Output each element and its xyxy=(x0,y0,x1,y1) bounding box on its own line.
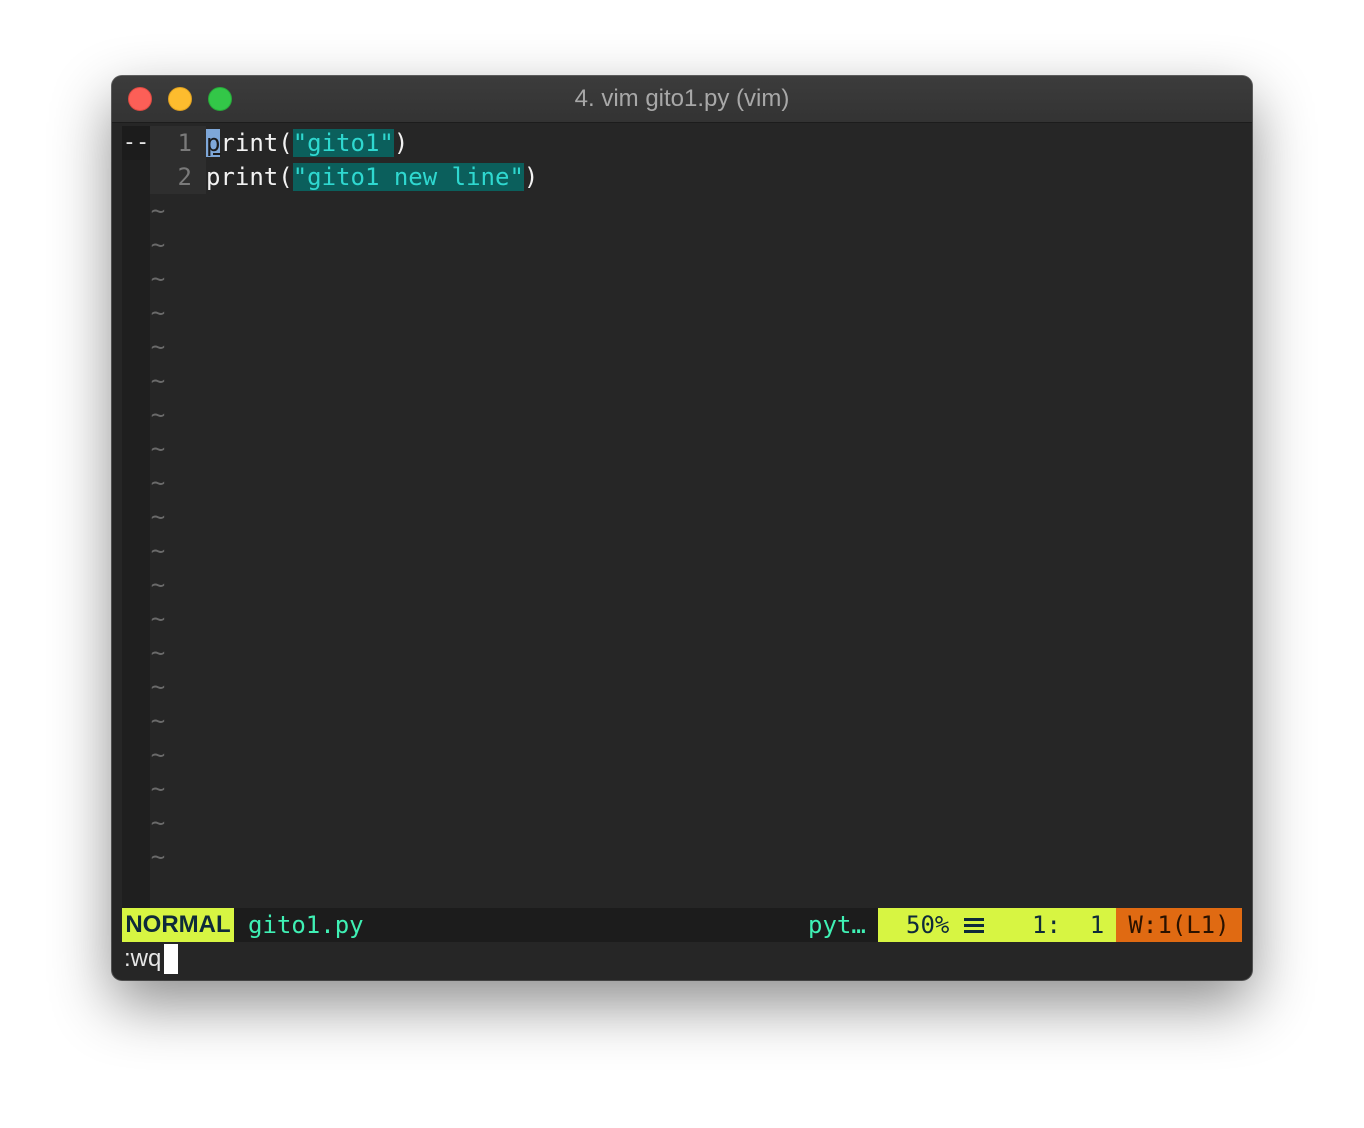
empty-line-marker: ~ xyxy=(150,571,166,599)
open-paren: ( xyxy=(278,163,293,191)
empty-line-marker: ~ xyxy=(150,843,166,871)
empty-line-marker: ~ xyxy=(150,265,166,293)
empty-line-marker: ~ xyxy=(150,401,166,429)
empty-line-marker: ~ xyxy=(150,741,166,769)
empty-line-marker: ~ xyxy=(150,537,166,565)
status-filename: gito1.py xyxy=(248,911,364,939)
line-number-icon xyxy=(964,917,984,933)
empty-line-marker: ~ xyxy=(150,435,166,463)
vim-editor[interactable]: -- 1 print("gito1") 2 print("gito1 new l… xyxy=(122,126,1242,976)
window-title: 4. vim gito1.py (vim) xyxy=(574,85,790,112)
empty-line-marker: ~ xyxy=(150,333,166,361)
empty-line-marker: ~ xyxy=(150,503,166,531)
terminal-window: 4. vim gito1.py (vim) -- 1 print("gito1"… xyxy=(112,76,1252,980)
empty-line-marker: ~ xyxy=(150,197,166,225)
string-literal: "gito1 new line" xyxy=(292,163,524,191)
empty-line-marker: ~ xyxy=(150,707,166,735)
empty-line-marker: ~ xyxy=(150,231,166,259)
empty-line-marker: ~ xyxy=(150,299,166,327)
status-filetype: pyt… xyxy=(808,911,866,939)
empty-line-marker: ~ xyxy=(150,673,166,701)
command-line[interactable]: :wq xyxy=(122,942,1242,976)
status-percent: 50% xyxy=(906,911,950,939)
close-paren: ) xyxy=(523,163,539,191)
empty-line-marker: ~ xyxy=(150,639,166,667)
empty-line-marker: ~ xyxy=(150,809,166,837)
text-cursor: p xyxy=(206,129,221,157)
sign-marker: -- xyxy=(122,126,150,160)
code-line[interactable]: print("gito1") xyxy=(206,126,408,160)
empty-line-marker: ~ xyxy=(150,775,166,803)
command-text: :wq xyxy=(124,945,162,972)
keyword: rint xyxy=(220,129,279,157)
open-paren: ( xyxy=(278,129,293,157)
empty-line-marker: ~ xyxy=(150,605,166,633)
title-bar[interactable]: 4. vim gito1.py (vim) xyxy=(112,76,1252,123)
status-line: NORMAL gito1.py pyt… 50% 1: 1 W:1(L1) xyxy=(122,908,1242,942)
empty-line-marker: ~ xyxy=(150,469,166,497)
empty-line-marker: ~ xyxy=(150,367,166,395)
keyword: print xyxy=(206,163,279,191)
line-number: 2 xyxy=(177,163,192,191)
status-line-column: 1: 1 xyxy=(1032,911,1105,939)
line-number: 1 xyxy=(177,129,192,157)
status-warnings: W:1(L1) xyxy=(1116,908,1242,942)
string-literal: "gito1" xyxy=(292,129,394,157)
close-paren: ) xyxy=(393,129,409,157)
mode-indicator: NORMAL xyxy=(122,908,234,942)
status-position-section: 50% 1: 1 xyxy=(878,908,1116,942)
command-cursor xyxy=(164,944,178,974)
sign-column xyxy=(122,126,150,908)
code-line[interactable]: print("gito1 new line") xyxy=(206,160,538,194)
